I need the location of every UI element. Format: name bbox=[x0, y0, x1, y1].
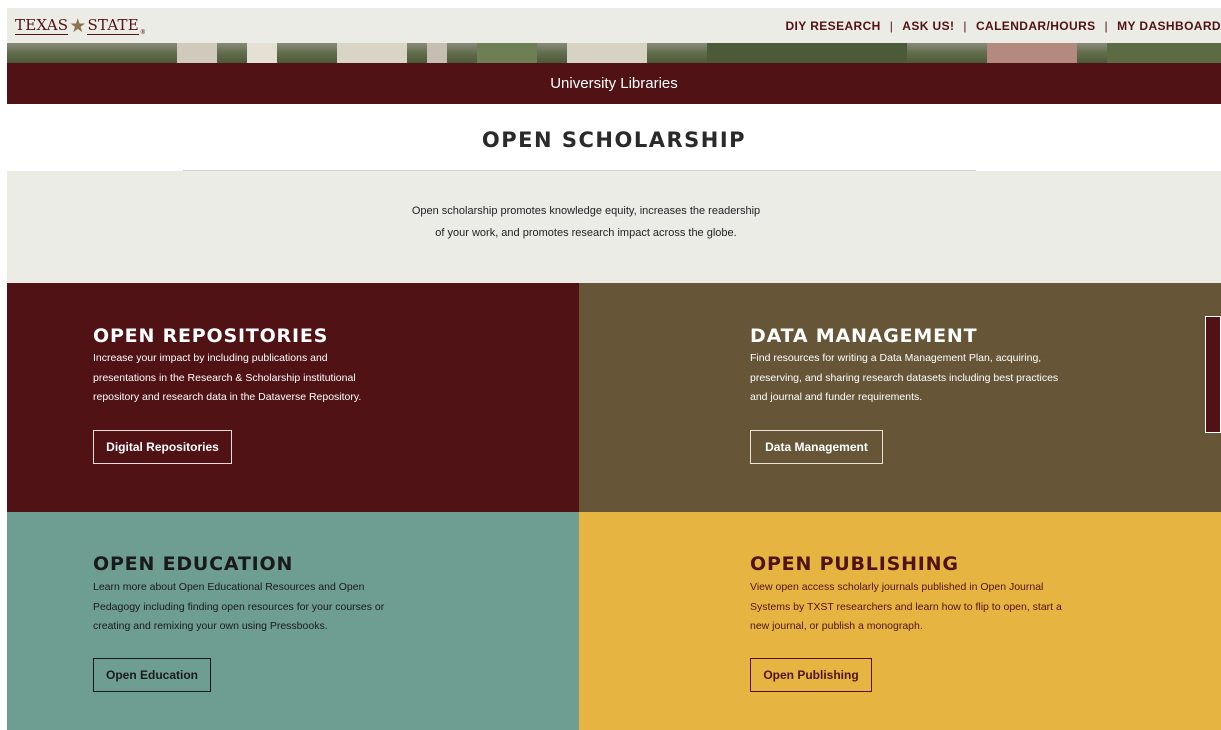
star-icon: ★ bbox=[69, 15, 87, 37]
texas-state-logo[interactable]: TEXAS ★ STATE ® bbox=[15, 13, 146, 39]
tile-open-education: OPEN EDUCATION Learn more about Open Edu… bbox=[7, 512, 579, 730]
tile-heading: OPEN PUBLISHING bbox=[750, 553, 959, 575]
nav-diy-research[interactable]: DIY RESEARCH bbox=[785, 19, 880, 33]
tile-open-repositories: OPEN REPOSITORIES Increase your impact b… bbox=[7, 283, 579, 512]
registered-mark: ® bbox=[139, 28, 147, 36]
nav-separator: | bbox=[963, 18, 967, 33]
open-publishing-button[interactable]: Open Publishing bbox=[750, 658, 872, 692]
left-edge bbox=[0, 0, 7, 730]
tile-heading: DATA MANAGEMENT bbox=[750, 325, 978, 347]
nav-ask-us[interactable]: ASK US! bbox=[902, 19, 954, 33]
nav-separator: | bbox=[889, 18, 894, 33]
site-title[interactable]: University Libraries bbox=[550, 75, 678, 92]
nav-calendar-hours[interactable]: CALENDAR/HOURS bbox=[976, 19, 1096, 33]
logo-word-texas: TEXAS bbox=[15, 16, 69, 35]
brand-bar: University Libraries bbox=[7, 63, 1221, 104]
feedback-side-tab[interactable] bbox=[1205, 316, 1221, 433]
intro-text: Open scholarship promotes knowledge equi… bbox=[7, 200, 1165, 244]
tile-open-publishing: OPEN PUBLISHING View open access scholar… bbox=[579, 512, 1221, 730]
nav-separator: | bbox=[1104, 18, 1109, 33]
intro-line-2: of your work, and promotes research impa… bbox=[435, 227, 737, 239]
tile-data-management: DATA MANAGEMENT Find resources for writi… bbox=[579, 283, 1221, 512]
tile-description: Learn more about Open Educational Resour… bbox=[93, 581, 385, 632]
tile-description: Increase your impact by including public… bbox=[93, 352, 362, 403]
nav-my-dashboard[interactable]: MY DASHBOARD bbox=[1117, 19, 1221, 33]
tile-heading: OPEN REPOSITORIES bbox=[93, 325, 329, 347]
tile-heading: OPEN EDUCATION bbox=[93, 553, 294, 575]
tile-description: View open access scholarly journals publ… bbox=[750, 581, 1062, 632]
tile-description: Find resources for writing a Data Manage… bbox=[750, 352, 1059, 403]
digital-repositories-button[interactable]: Digital Repositories bbox=[93, 430, 232, 464]
intro-line-1: Open scholarship promotes knowledge equi… bbox=[411, 205, 761, 217]
utility-nav: DIY RESEARCH | ASK US! | CALENDAR/HOURS … bbox=[785, 8, 1221, 43]
top-header: TEXAS ★ STATE ® DIY RESEARCH | ASK US! |… bbox=[7, 8, 1221, 43]
logo-word-state: STATE bbox=[87, 16, 139, 35]
intro-section: Open scholarship promotes knowledge equi… bbox=[7, 171, 1221, 283]
data-management-button[interactable]: Data Management bbox=[750, 430, 883, 464]
page-title: OPEN SCHOLARSHIP bbox=[481, 128, 747, 152]
open-education-button[interactable]: Open Education bbox=[93, 658, 211, 692]
hero-campus-photo bbox=[7, 43, 1221, 63]
